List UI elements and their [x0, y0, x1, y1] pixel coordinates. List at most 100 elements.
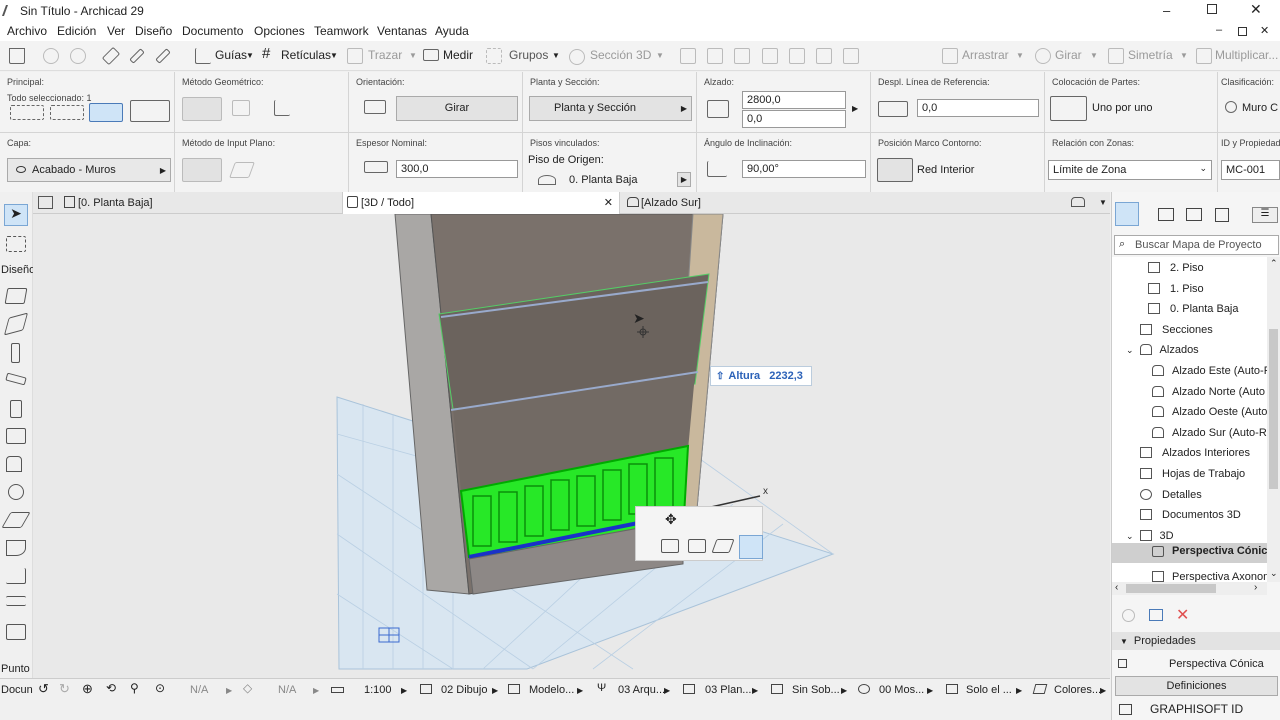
arrastrar-dropdown-arrow[interactable]: ▼ — [1016, 51, 1024, 60]
menu-teamwork[interactable]: Teamwork — [314, 24, 369, 38]
tree-item-2-piso[interactable]: 2. Piso — [1148, 262, 1204, 274]
alzado-expand-arrow[interactable]: ▶ — [852, 104, 858, 113]
tree-item-documentos-3d[interactable]: Documentos 3D — [1140, 509, 1241, 521]
offset-icon[interactable] — [789, 48, 805, 64]
despl-field[interactable]: 0,0 — [917, 99, 1039, 117]
seccion-3d-dropdown-arrow[interactable]: ▼ — [656, 51, 664, 60]
arrastrar-button[interactable]: Arrastrar — [962, 48, 1009, 62]
layout-book-icon[interactable] — [1186, 208, 1202, 221]
tab-planta-baja[interactable]: [0. Planta Baja] — [60, 192, 342, 214]
clone-folder-icon[interactable] — [1149, 609, 1163, 621]
element-type-icon[interactable] — [10, 105, 44, 120]
structure-arrow[interactable]: ▶ — [1016, 686, 1022, 695]
redo-icon[interactable] — [70, 48, 86, 64]
rotate-icon[interactable] — [1035, 48, 1051, 64]
railing-tool[interactable] — [6, 596, 26, 606]
trace-icon[interactable] — [347, 48, 363, 64]
inclined-plane-icon[interactable] — [229, 162, 255, 178]
dimension-arrow[interactable]: ▶ — [752, 686, 758, 695]
lamp-tool[interactable] — [8, 484, 24, 500]
model-view-value[interactable]: Modelo... — [529, 684, 574, 696]
reticulas-dropdown-arrow[interactable]: ▼ — [330, 51, 338, 60]
simetria-button[interactable]: Simetría — [1128, 48, 1173, 62]
navigator-search[interactable]: ⌕ Buscar Mapa de Proyecto — [1114, 235, 1279, 255]
espesor-field[interactable]: 300,0 — [396, 160, 518, 178]
window-tool[interactable] — [6, 428, 26, 444]
tree-item-alzado-este[interactable]: Alzado Este (Auto-R — [1152, 365, 1267, 377]
tree-item-alzados-interiores[interactable]: Alzados Interiores — [1140, 447, 1250, 459]
tree-item-detalles[interactable]: Detalles — [1140, 489, 1202, 501]
angulo-field[interactable]: 90,00° — [742, 160, 866, 178]
h-scroll-thumb[interactable] — [1126, 584, 1216, 593]
wall-tool[interactable] — [4, 288, 28, 304]
scroll-right-arrow[interactable]: › — [1254, 582, 1257, 593]
tab-3d-todo[interactable]: [3D / Todo] ✕ — [342, 192, 620, 214]
mirror-icon[interactable] — [1108, 48, 1124, 64]
multiplicar-button[interactable]: Multiplicar... — [1215, 48, 1280, 62]
slab-tool[interactable] — [3, 312, 29, 336]
grupos-button[interactable]: Grupos — [509, 48, 548, 62]
close-window-button[interactable]: ✕ — [1250, 1, 1262, 18]
tree-item-1-piso[interactable]: 1. Piso — [1148, 283, 1204, 295]
multiply-icon[interactable] — [1196, 48, 1212, 64]
override-value[interactable]: Sin Sob... — [792, 684, 840, 696]
pen-set-arrow[interactable]: ▶ — [664, 686, 670, 695]
tab-menu-arrow[interactable]: ▼ — [1099, 198, 1107, 207]
graphic-override-value[interactable]: Colores... — [1054, 684, 1101, 696]
placement-icon[interactable] — [1050, 96, 1087, 121]
pet-offset-icon[interactable] — [711, 539, 735, 553]
door-tool[interactable] — [10, 400, 22, 418]
doc-close-button[interactable]: ✕ — [1260, 24, 1269, 37]
tab-menu-icon[interactable] — [1071, 197, 1085, 207]
reticulas-button[interactable]: Retículas — [281, 48, 331, 62]
graphic-override-arrow[interactable]: ▶ — [1100, 686, 1106, 695]
groups-icon[interactable] — [486, 48, 502, 64]
tab-overview-icon[interactable] — [38, 196, 53, 209]
syringe-icon[interactable] — [155, 48, 171, 64]
renovation-arrow[interactable]: ▶ — [927, 686, 933, 695]
tree-item-hojas-trabajo[interactable]: Hojas de Trabajo — [1140, 468, 1245, 480]
structure-value[interactable]: Solo el ... — [966, 684, 1012, 696]
seccion-3d-button[interactable]: Sección 3D — [590, 48, 651, 62]
tree-item-perspectiva-conica[interactable]: Perspectiva Cónica — [1112, 543, 1267, 563]
menu-diseno[interactable]: Diseño — [135, 24, 172, 38]
renovation-value[interactable]: 00 Mos... — [879, 684, 924, 696]
zonas-select[interactable]: Límite de Zona ⌄ — [1048, 160, 1212, 180]
rotate-view-icon[interactable]: ◇ — [243, 681, 252, 695]
3d-viewport[interactable]: x ⇧ Altura 2232,3 ✥ ➤ — [33, 214, 1110, 678]
contour-position-icon[interactable] — [877, 158, 913, 182]
clasificacion-value[interactable]: Muro C — [1242, 102, 1278, 114]
doc-restore-button[interactable] — [1238, 27, 1247, 36]
delete-icon[interactable]: ✕ — [1176, 605, 1189, 625]
curtain-wall-tool[interactable] — [6, 624, 26, 640]
intersect-icon[interactable] — [734, 48, 750, 64]
home-icon[interactable] — [9, 48, 25, 64]
tree-item-planta-baja[interactable]: 0. Planta Baja — [1148, 303, 1239, 315]
menu-ayuda[interactable]: Ayuda — [435, 24, 469, 38]
girar-orientation-button[interactable]: Girar — [396, 96, 518, 121]
menu-documento[interactable]: Documento — [182, 24, 243, 38]
eyedropper-icon[interactable] — [129, 48, 145, 64]
piso-origen-value[interactable]: 0. Planta Baja — [569, 174, 638, 186]
menu-opciones[interactable]: Opciones — [254, 24, 305, 38]
grid-pattern-icon[interactable] — [130, 100, 170, 122]
chevron-down-icon[interactable]: ⌄ — [1126, 531, 1134, 541]
pick-up-icon[interactable] — [101, 46, 121, 66]
measure-icon[interactable] — [423, 49, 439, 61]
solid-ops-icon[interactable] — [843, 48, 859, 64]
guias-button[interactable]: Guías — [215, 48, 247, 62]
grupos-dropdown-arrow[interactable]: ▼ — [552, 51, 560, 60]
project-map-icon[interactable] — [1115, 202, 1139, 226]
alzado-bottom-field[interactable]: 0,0 — [742, 110, 846, 128]
roof-tool[interactable] — [1, 512, 31, 528]
planta-seccion-button[interactable]: Planta y Sección ▶ — [529, 96, 692, 121]
add-view-icon[interactable] — [1122, 609, 1135, 622]
scale-value[interactable]: 1:100 — [364, 684, 392, 696]
tree-item-alzado-oeste[interactable]: Alzado Oeste (Auto — [1152, 406, 1267, 418]
publisher-icon[interactable] — [1215, 208, 1229, 222]
fillet-icon[interactable] — [762, 48, 778, 64]
na-arrow-1[interactable]: ▶ — [226, 686, 232, 695]
explode-icon[interactable] — [816, 48, 832, 64]
tree-item-alzados[interactable]: ⌄ Alzados — [1126, 344, 1199, 356]
tab-alzado-sur[interactable]: [Alzado Sur] — [623, 192, 901, 214]
